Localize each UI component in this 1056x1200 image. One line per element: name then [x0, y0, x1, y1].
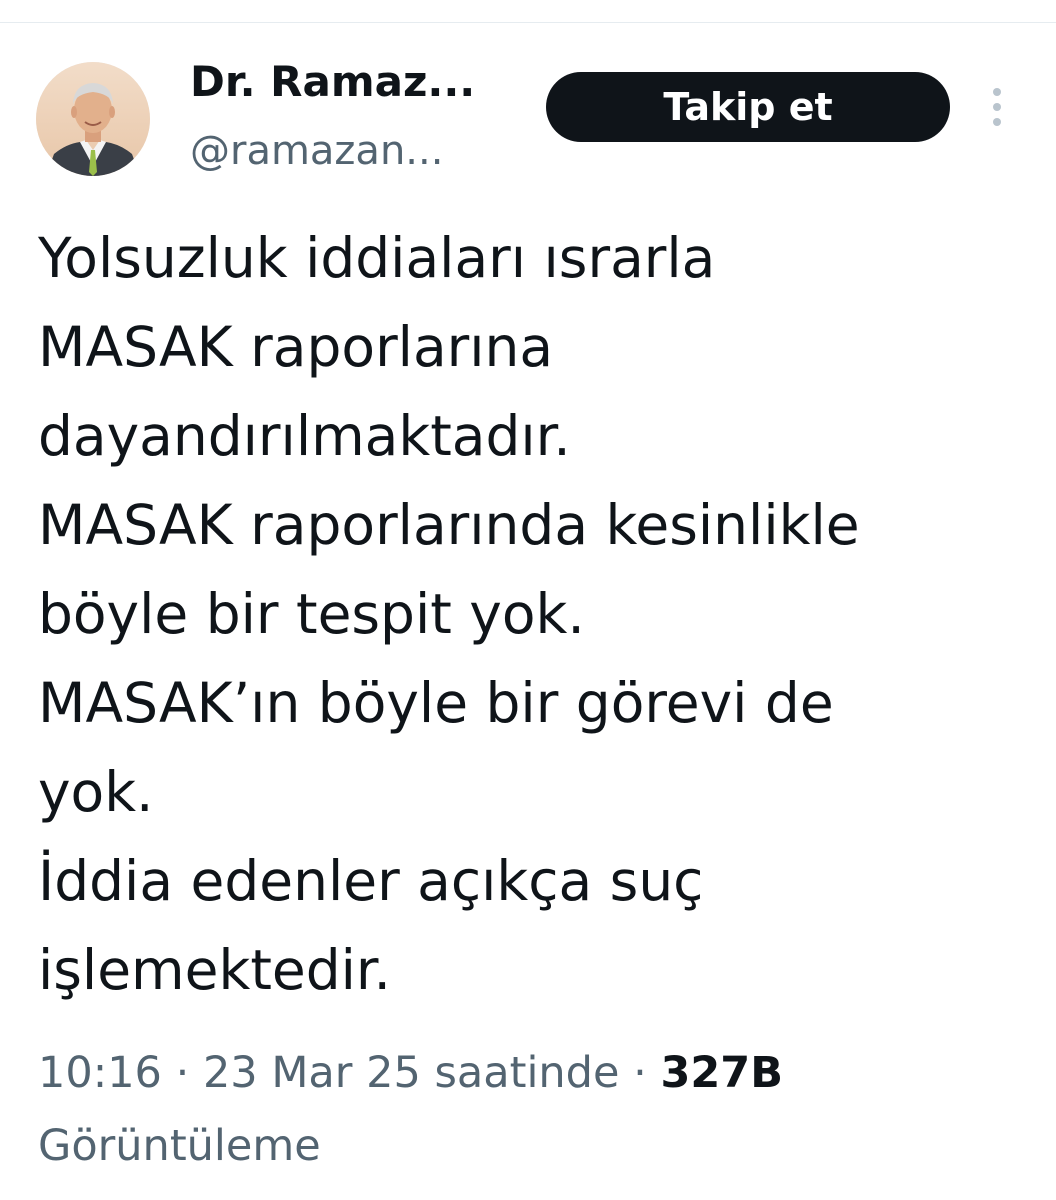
- meta-separator: ·: [633, 1048, 647, 1098]
- tweet-line: İddia edenler açıkça suç: [38, 849, 704, 913]
- author-display-name[interactable]: Dr. Ramaz...: [190, 56, 475, 108]
- tweet-line: yok.: [38, 760, 154, 824]
- tweet-date[interactable]: 23 Mar 25 saatinde: [203, 1048, 619, 1098]
- tweet-text: Yolsuzluk iddiaları ısrarla MASAK raporl…: [38, 214, 1028, 1015]
- tweet-line: MASAK’ın böyle bir görevi de: [38, 671, 834, 735]
- tweet-line: Yolsuzluk iddiaları ısrarla: [38, 226, 716, 290]
- tweet-meta: 10:16 · 23 Mar 25 saatinde · 327B: [38, 1040, 1028, 1106]
- tweet-line: MASAK raporlarında kesinlikle: [38, 493, 860, 557]
- avatar[interactable]: [36, 62, 150, 176]
- tweet-time[interactable]: 10:16: [38, 1048, 162, 1098]
- vertical-ellipsis-icon[interactable]: [984, 86, 1010, 128]
- tweet-line: MASAK raporlarına: [38, 315, 554, 379]
- follow-button[interactable]: Takip et: [546, 72, 950, 142]
- views-label[interactable]: Görüntüleme: [38, 1116, 321, 1176]
- meta-separator: ·: [175, 1048, 190, 1098]
- tweet-line: dayandırılmaktadır.: [38, 404, 571, 468]
- tweet-line: böyle bir tespit yok.: [38, 582, 585, 646]
- author-handle[interactable]: @ramazan...: [190, 126, 443, 176]
- tweet-line: işlemektedir.: [38, 938, 391, 1002]
- follow-button-label: Takip et: [663, 85, 833, 129]
- top-divider: [0, 22, 1056, 23]
- avatar-photo: [36, 62, 150, 176]
- views-count[interactable]: 327B: [660, 1048, 783, 1098]
